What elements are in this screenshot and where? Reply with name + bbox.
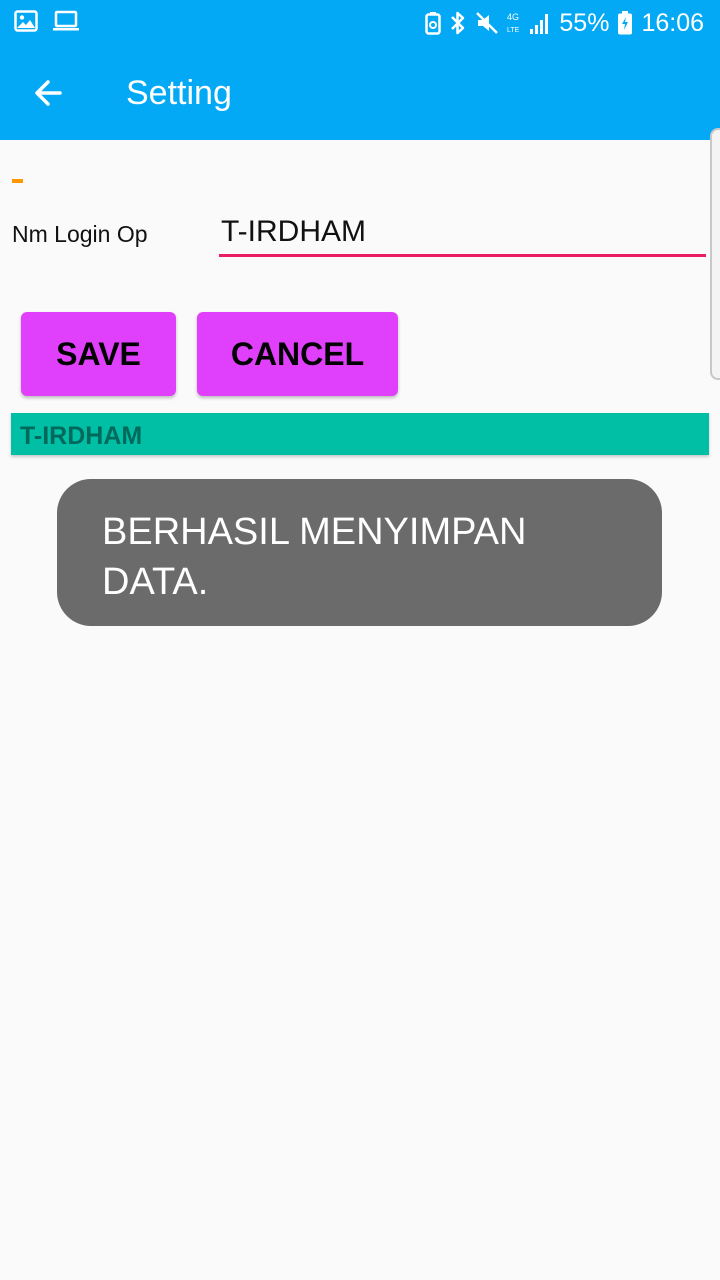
back-button[interactable]: [26, 71, 72, 115]
login-input[interactable]: [219, 210, 706, 257]
status-bar: 4G LTE 55% 16:06: [0, 0, 720, 46]
save-button[interactable]: SAVE: [21, 312, 176, 396]
toast-message: BERHASIL MENYIMPAN DATA.: [102, 511, 527, 603]
page-title: Setting: [126, 74, 232, 112]
clock: 16:06: [641, 9, 704, 37]
gallery-icon: [14, 10, 38, 32]
cancel-button[interactable]: CANCEL: [197, 312, 398, 396]
battery-icon: [618, 11, 633, 35]
result-text: T-IRDHAM: [20, 422, 143, 450]
laptop-icon: [53, 10, 79, 31]
svg-text:LTE: LTE: [507, 27, 520, 34]
battery-percent: 55%: [559, 9, 610, 37]
signal-icon: [530, 14, 549, 34]
back-arrow-icon: [35, 80, 62, 106]
result-bar: T-IRDHAM: [11, 413, 709, 455]
4g-lte-icon: 4G LTE: [507, 12, 520, 34]
battery-saver-icon: [425, 12, 442, 35]
bluetooth-icon: [451, 11, 465, 35]
mute-icon: [476, 12, 499, 34]
toast: BERHASIL MENYIMPAN DATA.: [57, 479, 662, 626]
app-bar: Setting: [0, 46, 720, 140]
svg-text:4G: 4G: [507, 12, 519, 22]
login-label: Nm Login Op: [12, 221, 148, 247]
status-bar-right: 4G LTE 55% 16:06: [425, 6, 704, 40]
progress-indicator: [12, 179, 23, 183]
status-bar-left: [14, 10, 80, 32]
scroll-indicator[interactable]: [710, 128, 720, 380]
